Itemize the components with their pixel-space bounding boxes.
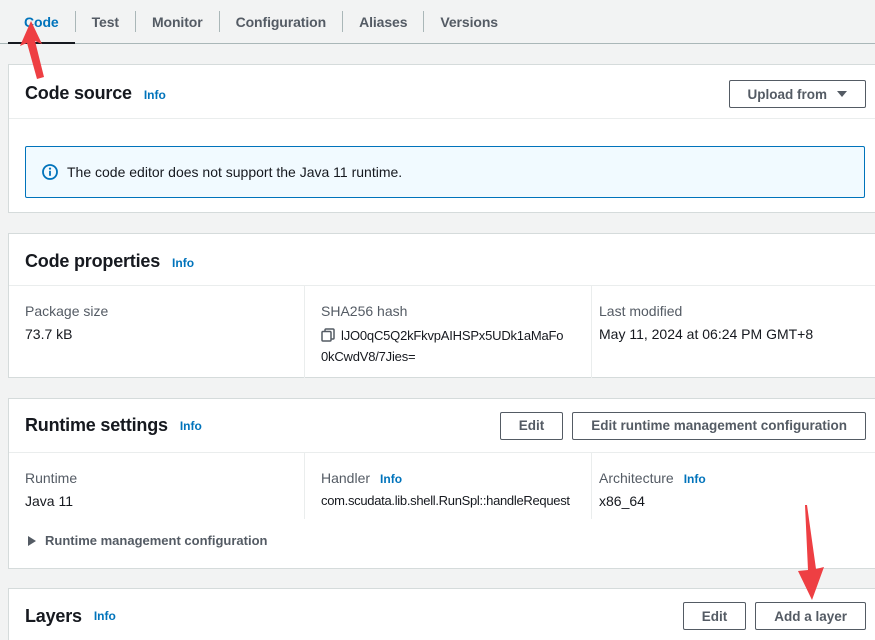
tab-monitor[interactable]: Monitor — [136, 0, 219, 43]
runtime-management-configuration-expander[interactable]: Runtime management configuration — [28, 533, 875, 548]
layers-header: Layers Info Edit Add a layer — [9, 589, 875, 640]
handler-value: com.scudata.lib.shell.RunSpl::handleRequ… — [321, 493, 575, 508]
handler-label: Handler — [321, 470, 370, 486]
add-a-layer-button[interactable]: Add a layer — [755, 602, 866, 630]
handler-field: Handler Info com.scudata.lib.shell.RunSp… — [304, 453, 591, 519]
tab-aliases-label: Aliases — [359, 14, 407, 30]
code-source-title: Code source — [25, 83, 132, 104]
tab-test[interactable]: Test — [76, 0, 135, 43]
layers-title: Layers — [25, 606, 82, 627]
info-alert: The code editor does not support the Jav… — [25, 146, 865, 198]
layers-card: Layers Info Edit Add a layer — [8, 588, 875, 640]
tab-aliases[interactable]: Aliases — [343, 0, 423, 43]
architecture-field: Architecture Info x86_64 — [591, 453, 875, 519]
sha256-label: SHA256 hash — [321, 303, 575, 319]
chevron-down-icon — [837, 91, 847, 97]
sha256-value: lJO0qC5Q2kFkvpAIHSPx5UDk1aMaFo0kCwdV8/7J… — [321, 326, 575, 366]
code-properties-title: Code properties — [25, 251, 160, 272]
layers-info-link[interactable]: Info — [94, 609, 116, 623]
code-source-card: Code source Info Upload from The code ed… — [8, 64, 875, 213]
sha256-hash-text: lJO0qC5Q2kFkvpAIHSPx5UDk1aMaFo0kCwdV8/7J… — [321, 328, 563, 364]
tab-versions[interactable]: Versions — [424, 0, 514, 43]
handler-info-link[interactable]: Info — [380, 472, 402, 486]
runtime-settings-card: Runtime settings Info Edit Edit runtime … — [8, 398, 875, 569]
tab-versions-label: Versions — [440, 14, 498, 30]
code-properties-card: Code properties Info Package size 73.7 k… — [8, 233, 875, 378]
runtime-label: Runtime — [25, 470, 288, 486]
runtime-settings-info-link[interactable]: Info — [180, 419, 202, 433]
upload-from-button[interactable]: Upload from — [729, 80, 867, 108]
tab-bar: Code Test Monitor Configuration Aliases … — [0, 0, 875, 44]
architecture-label: Architecture — [599, 470, 674, 486]
tab-test-label: Test — [92, 14, 119, 30]
runtime-management-configuration-label: Runtime management configuration — [45, 533, 267, 548]
package-size-value: 73.7 kB — [25, 326, 288, 342]
edit-layers-button[interactable]: Edit — [683, 602, 747, 630]
tab-code-label: Code — [24, 14, 59, 30]
expand-triangle-icon — [28, 536, 36, 546]
last-modified-value: May 11, 2024 at 06:24 PM GMT+8 — [599, 326, 860, 342]
last-modified-field: Last modified May 11, 2024 at 06:24 PM G… — [591, 286, 875, 378]
code-source-info-link[interactable]: Info — [144, 88, 166, 102]
package-size-field: Package size 73.7 kB — [9, 286, 304, 378]
code-properties-columns: Package size 73.7 kB SHA256 hash lJO0qC5… — [9, 286, 875, 378]
runtime-settings-header: Runtime settings Info Edit Edit runtime … — [9, 399, 875, 453]
tab-code[interactable]: Code — [8, 0, 75, 43]
runtime-field: Runtime Java 11 — [9, 453, 304, 519]
package-size-label: Package size — [25, 303, 288, 319]
last-modified-label: Last modified — [599, 303, 860, 319]
tab-monitor-label: Monitor — [152, 14, 203, 30]
tab-configuration-label: Configuration — [236, 14, 326, 30]
runtime-value: Java 11 — [25, 493, 288, 509]
upload-from-label: Upload from — [748, 87, 828, 102]
sha256-field: SHA256 hash lJO0qC5Q2kFkvpAIHSPx5UDk1aMa… — [304, 286, 591, 378]
active-tab-indicator — [8, 42, 75, 44]
edit-runtime-button[interactable]: Edit — [500, 412, 564, 440]
code-properties-info-link[interactable]: Info — [172, 256, 194, 270]
tab-configuration[interactable]: Configuration — [220, 0, 342, 43]
architecture-value: x86_64 — [599, 493, 860, 509]
runtime-settings-title: Runtime settings — [25, 415, 168, 436]
alert-text: The code editor does not support the Jav… — [67, 164, 402, 180]
copy-icon[interactable] — [321, 328, 335, 347]
architecture-info-link[interactable]: Info — [684, 472, 706, 486]
info-circle-icon — [42, 164, 58, 180]
code-properties-header: Code properties Info — [9, 234, 875, 286]
edit-runtime-management-button[interactable]: Edit runtime management configuration — [572, 412, 866, 440]
runtime-settings-columns: Runtime Java 11 Handler Info com.scudata… — [9, 453, 875, 519]
